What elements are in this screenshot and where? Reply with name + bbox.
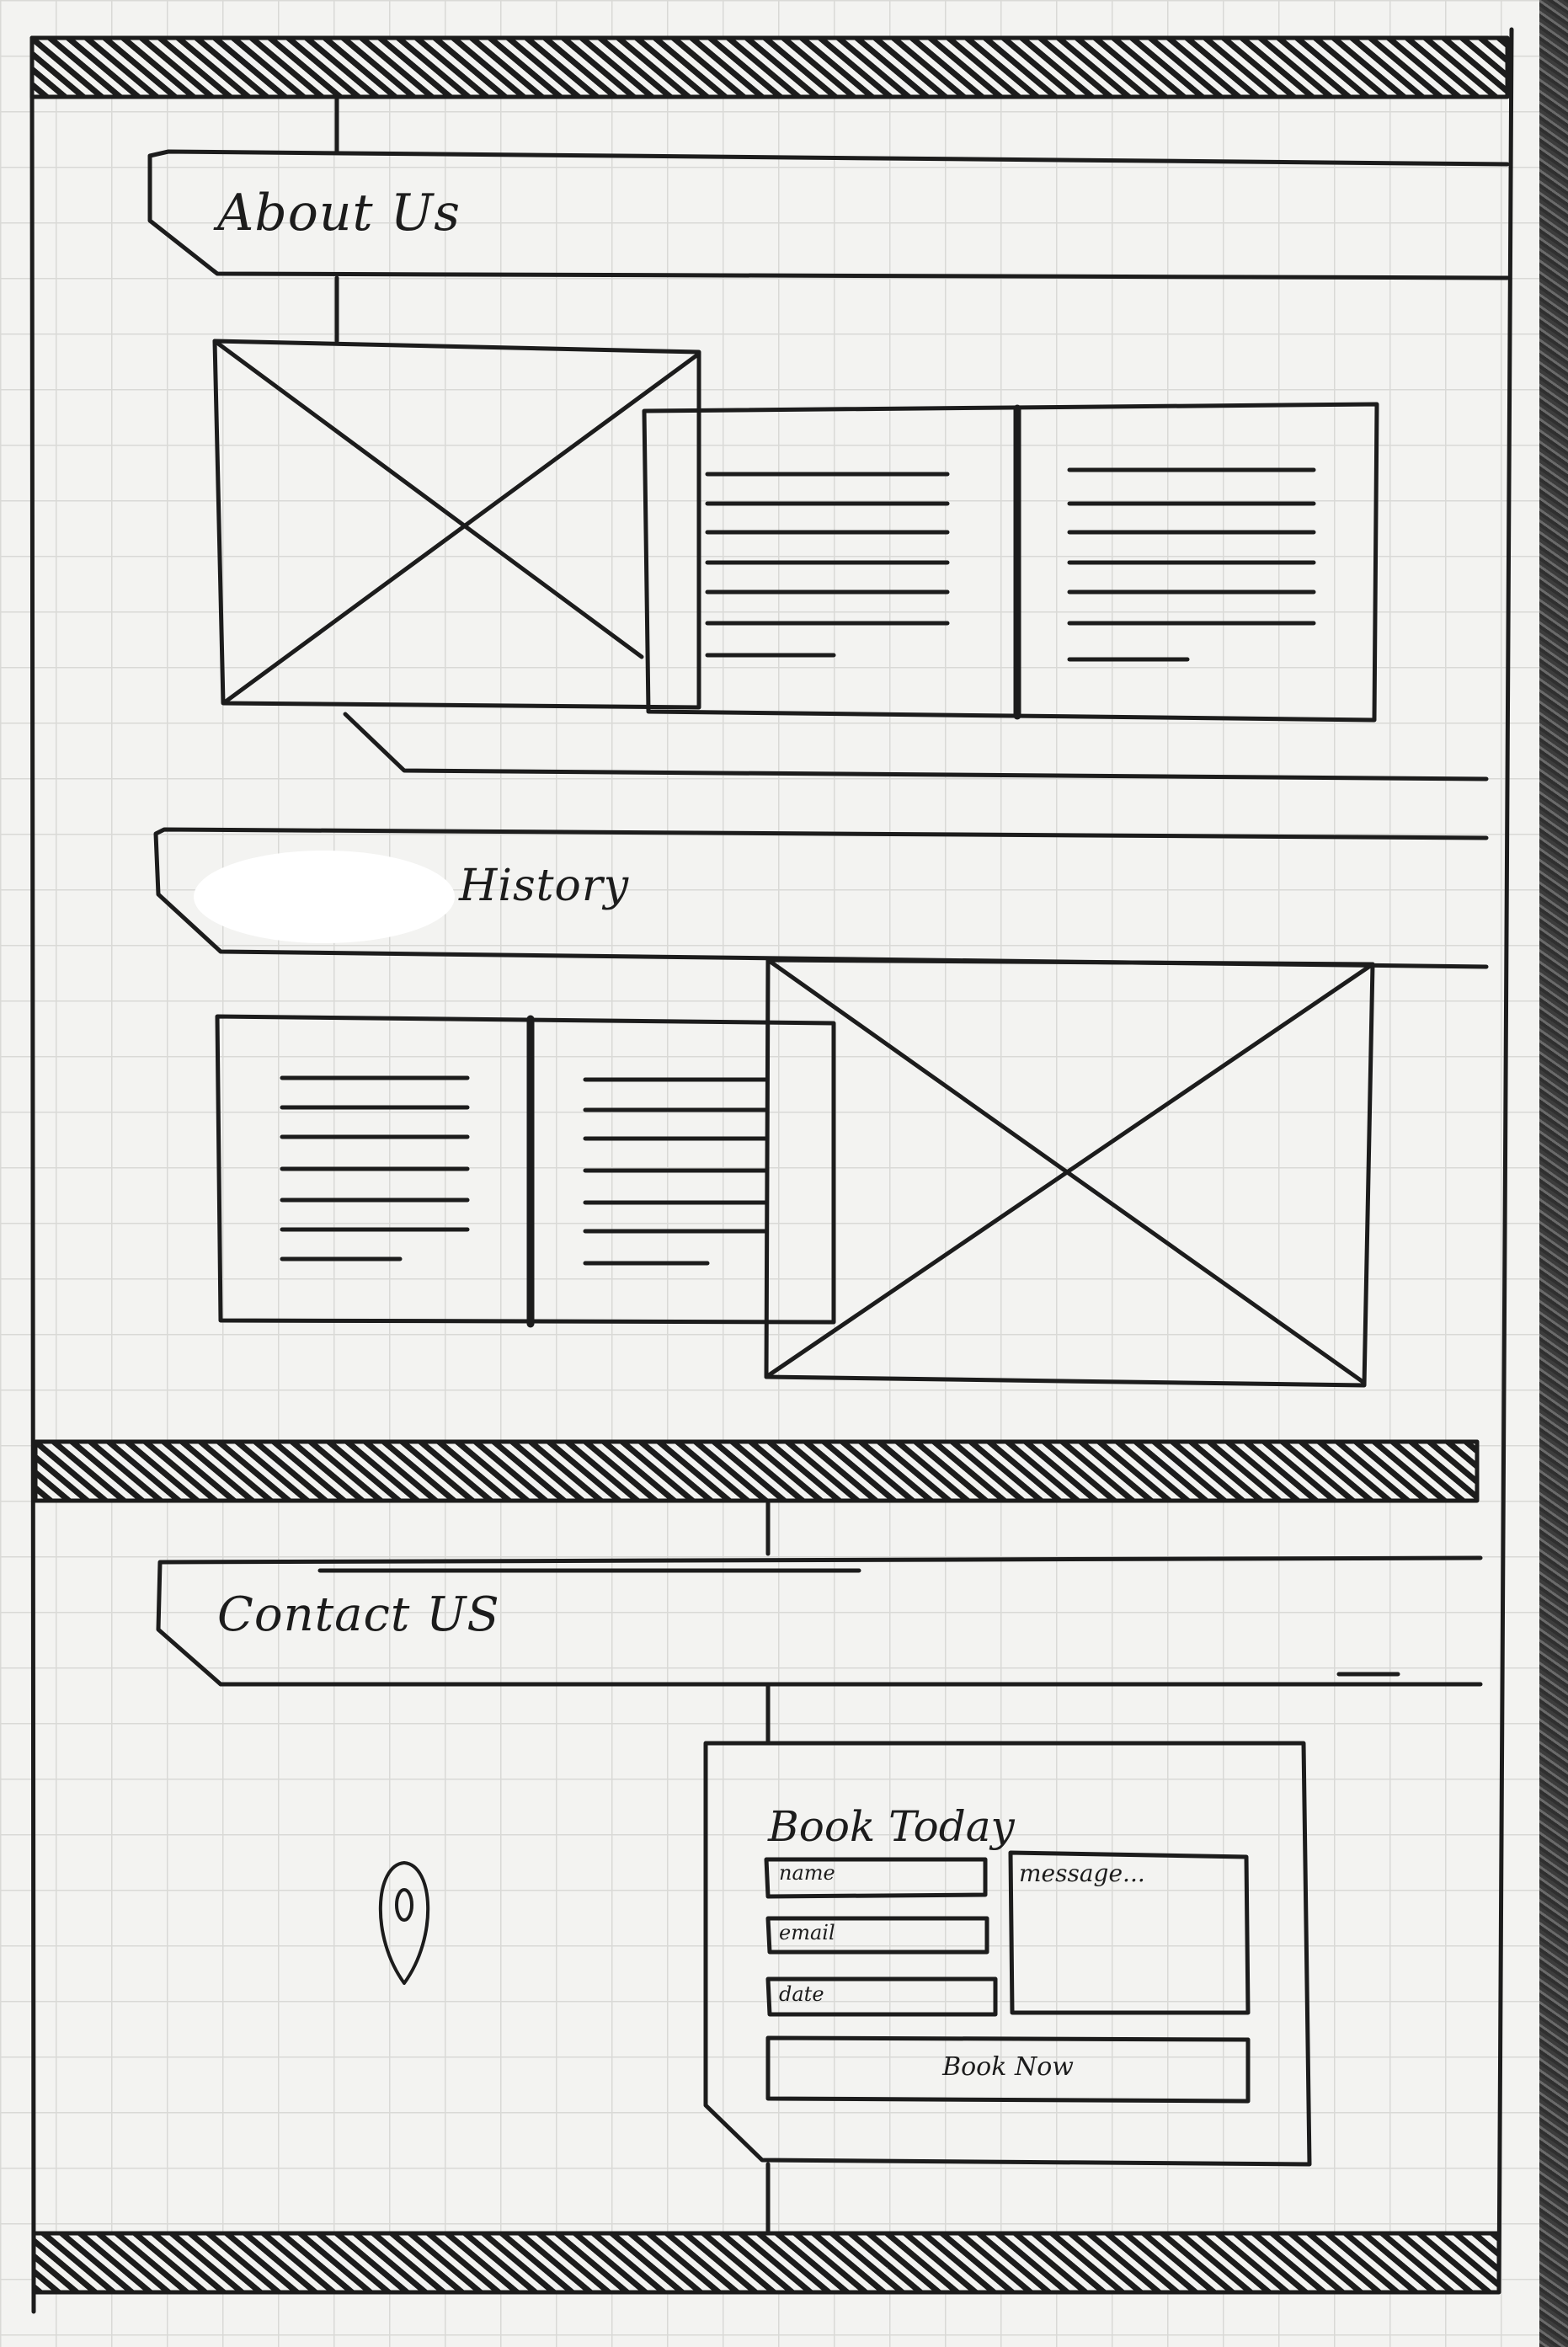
about-image-placeholder [212,339,701,710]
map-pin-icon [378,1861,430,1985]
section-divider-bar [33,1439,1480,1503]
email-placeholder: email [779,1921,835,1944]
contact-us-title: Contact US [217,1587,500,1642]
book-today-title: Book Today [768,1802,1015,1851]
message-placeholder: message... [1019,1859,1145,1887]
date-placeholder: date [779,1982,824,2006]
name-placeholder: name [779,1861,835,1885]
history-image-placeholder [764,957,1375,1388]
about-footer-tab [343,712,1489,781]
page-frame-left [29,35,36,2314]
history-title: History [459,861,630,911]
redaction-blob [194,851,455,943]
page-frame-right [1496,27,1514,2293]
book-now-label: Book Now [942,2052,1074,2082]
header-bar [29,35,1510,99]
history-text-columns [215,1014,836,1328]
about-us-title: About Us [217,184,461,243]
footer-bar [31,2231,1501,2295]
about-text-columns [642,402,1379,723]
